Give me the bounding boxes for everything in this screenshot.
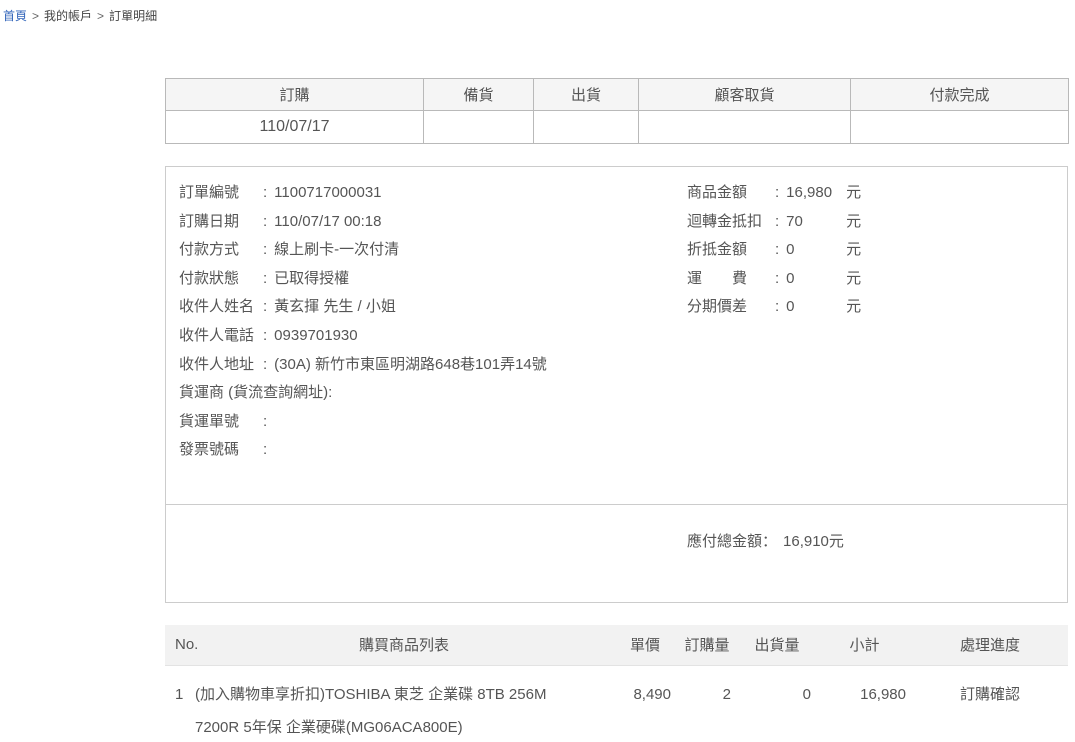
breadcrumb-home-link[interactable]: 首頁: [3, 9, 27, 23]
items-header-unit-price: 單價: [613, 625, 677, 665]
status-date-pickup: [639, 111, 851, 144]
item-ship-qty: 0: [737, 665, 817, 742]
shipping-fee-label: 運 費: [687, 265, 775, 294]
items-header-ship-qty: 出貨量: [737, 625, 817, 665]
order-number-label: 訂單編號: [179, 179, 263, 208]
recipient-address-row: 收件人地址:(30A) 新竹市東區明湖路648巷101弄14號: [179, 351, 1067, 380]
item-product-name: (加入購物車享折扣)TOSHIBA 東芝 企業碟 8TB 256M 7200R …: [195, 665, 613, 742]
discount-amount-value: 0: [786, 236, 846, 265]
recipient-phone-label: 收件人電話: [179, 322, 263, 351]
order-date-label: 訂購日期: [179, 208, 263, 237]
item-no: 1: [165, 665, 195, 742]
order-status-table: 訂購 備貨 出貨 顧客取貨 付款完成 110/07/17: [165, 78, 1069, 144]
status-header-row: 訂購 備貨 出貨 顧客取貨 付款完成: [166, 79, 1069, 111]
breadcrumb-account[interactable]: 我的帳戶: [44, 9, 92, 23]
recipient-name-value: 黃玄揮 先生 / 小姐: [274, 293, 396, 322]
rebate-deduction-value: 70: [786, 208, 846, 237]
breadcrumb-current: 訂單明細: [109, 9, 157, 23]
order-total-section: 應付總金額： 16,910元: [166, 504, 1067, 602]
installment-difference-label: 分期價差: [687, 293, 775, 322]
item-unit-price: 8,490: [613, 665, 677, 742]
invoice-number-row: 發票號碼:: [179, 436, 1067, 465]
total-payable-value: 16,910元: [783, 533, 844, 550]
tracking-number-label: 貨運單號: [179, 408, 263, 437]
item-order-qty: 2: [677, 665, 737, 742]
currency-unit: 元: [846, 208, 861, 237]
order-number-row: 訂單編號:1100717000031: [179, 179, 1067, 208]
items-header-name: 購買商品列表: [195, 625, 613, 665]
recipient-address-value: (30A) 新竹市東區明湖路648巷101弄14號: [274, 351, 547, 380]
carrier-row: 貨運商 (貨流查詢網址):: [179, 379, 1067, 408]
status-header-preparing: 備貨: [424, 79, 534, 111]
order-number-value: 1100717000031: [274, 179, 381, 208]
status-header-ordered: 訂購: [166, 79, 424, 111]
payment-status-label: 付款狀態: [179, 265, 263, 294]
status-header-paid: 付款完成: [851, 79, 1069, 111]
items-header-subtotal: 小計: [817, 625, 912, 665]
breadcrumb-separator: >: [97, 9, 104, 23]
status-date-shipped: [534, 111, 639, 144]
recipient-name-label: 收件人姓名: [179, 293, 263, 322]
order-detail-page: 訂購 備貨 出貨 顧客取貨 付款完成 110/07/17 訂單編號:110071…: [165, 78, 1068, 742]
purchased-items-table: No. 購買商品列表 單價 訂購量 出貨量 小計 處理進度 1 (加入購物車享折…: [165, 625, 1068, 742]
items-header-row: No. 購買商品列表 單價 訂購量 出貨量 小計 處理進度: [165, 625, 1068, 665]
status-header-shipped: 出貨: [534, 79, 639, 111]
payment-method-label: 付款方式: [179, 236, 263, 265]
total-payable-label: 應付總金額：: [687, 533, 777, 550]
tracking-number-row: 貨運單號:: [179, 408, 1067, 437]
discount-amount-row: 折抵金額:0元: [687, 236, 861, 265]
payment-method-value: 線上刷卡-一次付清: [274, 236, 399, 265]
item-row: 1 (加入購物車享折扣)TOSHIBA 東芝 企業碟 8TB 256M 7200…: [165, 665, 1068, 742]
goods-amount-value: 16,980: [786, 179, 846, 208]
breadcrumb: 首頁 > 我的帳戶 > 訂單明細: [3, 7, 157, 24]
order-info-right-column: 商品金額:16,980元 迴轉金抵扣:70元 折抵金額:0元 運 費:0元 分期…: [687, 179, 861, 322]
goods-amount-label: 商品金額: [687, 179, 775, 208]
item-progress-status: 訂購確認: [912, 665, 1068, 742]
shipping-fee-value: 0: [786, 265, 846, 294]
order-date-row: 訂購日期:110/07/17 00:18: [179, 208, 1067, 237]
invoice-number-label: 發票號碼: [179, 436, 263, 465]
recipient-address-label: 收件人地址: [179, 351, 263, 380]
order-date-value: 110/07/17 00:18: [274, 208, 381, 237]
recipient-phone-row: 收件人電話:0939701930: [179, 322, 1067, 351]
shipping-fee-row: 運 費:0元: [687, 265, 861, 294]
rebate-deduction-row: 迴轉金抵扣:70元: [687, 208, 861, 237]
currency-unit: 元: [846, 265, 861, 294]
currency-unit: 元: [846, 236, 861, 265]
status-date-paid: [851, 111, 1069, 144]
carrier-label: 貨運商 (貨流查詢網址): [179, 379, 328, 408]
discount-amount-label: 折抵金額: [687, 236, 775, 265]
installment-difference-row: 分期價差:0元: [687, 293, 861, 322]
status-header-pickup: 顧客取貨: [639, 79, 851, 111]
items-header-no: No.: [165, 625, 195, 665]
status-value-row: 110/07/17: [166, 111, 1069, 144]
payment-status-row: 付款狀態:已取得授權: [179, 265, 1067, 294]
order-info-box: 訂單編號:1100717000031 訂購日期:110/07/17 00:18 …: [165, 166, 1068, 603]
recipient-name-row: 收件人姓名:黃玄揮 先生 / 小姐: [179, 293, 1067, 322]
order-info-section: 訂單編號:1100717000031 訂購日期:110/07/17 00:18 …: [166, 167, 1067, 504]
status-date-preparing: [424, 111, 534, 144]
item-subtotal: 16,980: [817, 665, 912, 742]
payment-status-value: 已取得授權: [274, 265, 349, 294]
rebate-deduction-label: 迴轉金抵扣: [687, 208, 775, 237]
recipient-phone-value: 0939701930: [274, 322, 357, 351]
payment-method-row: 付款方式:線上刷卡-一次付清: [179, 236, 1067, 265]
goods-amount-row: 商品金額:16,980元: [687, 179, 861, 208]
status-date-ordered: 110/07/17: [166, 111, 424, 144]
installment-difference-value: 0: [786, 293, 846, 322]
items-header-progress: 處理進度: [912, 625, 1068, 665]
currency-unit: 元: [846, 293, 861, 322]
currency-unit: 元: [846, 179, 861, 208]
order-info-left-column: 訂單編號:1100717000031 訂購日期:110/07/17 00:18 …: [179, 179, 1067, 465]
breadcrumb-separator: >: [32, 9, 39, 23]
items-header-order-qty: 訂購量: [677, 625, 737, 665]
